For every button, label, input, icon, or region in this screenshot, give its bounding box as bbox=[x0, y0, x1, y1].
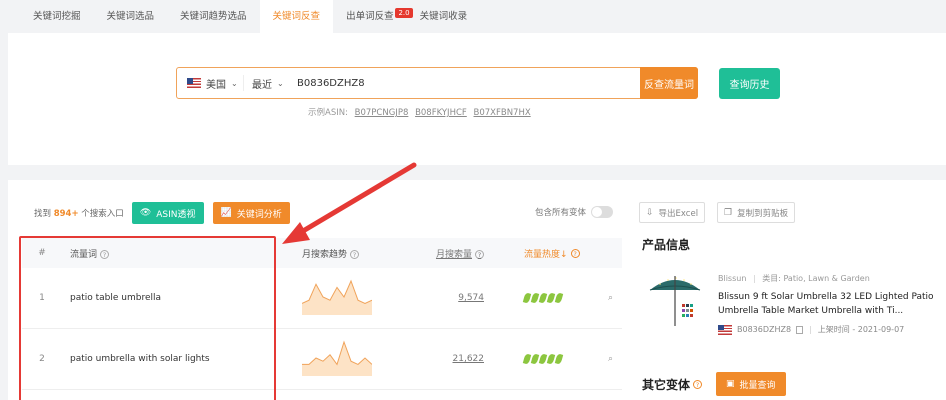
search-icon[interactable]: ⌕ bbox=[599, 293, 622, 303]
tab-keyword-reverse-lookup[interactable]: 关键词反查 bbox=[259, 0, 334, 33]
other-variants: 其它变体 ? ▣ 批量查询 bbox=[642, 372, 786, 396]
keyword-text[interactable]: patio umbrella with solar lights bbox=[62, 354, 282, 364]
copy-icon[interactable] bbox=[796, 325, 804, 334]
batch-query-button[interactable]: ▣ 批量查询 bbox=[716, 372, 786, 396]
download-icon: ⇩ bbox=[646, 207, 654, 218]
tab-keyword-product-selection[interactable]: 关键词选品 bbox=[94, 0, 168, 33]
heat-rating bbox=[484, 292, 599, 304]
sparkline-area bbox=[302, 341, 372, 376]
col-trend[interactable]: 月搜索趋势? bbox=[282, 247, 412, 260]
product-info: 产品信息 Blissun | 类目: Patio, Lawn & Garden … bbox=[642, 236, 942, 396]
export-excel-button[interactable]: ⇩ 导出Excel bbox=[639, 202, 706, 223]
tab-keyword-indexing[interactable]: 关键词收录 bbox=[407, 0, 481, 33]
us-flag-icon bbox=[187, 78, 201, 88]
product-title[interactable]: Blissun 9 ft Solar Umbrella 32 LED Light… bbox=[718, 290, 938, 318]
help-icon[interactable]: ? bbox=[100, 249, 110, 259]
search-bar: 美国 ⌄ 最近 ⌄ 反查流量词 bbox=[176, 67, 698, 99]
help-icon[interactable]: ? bbox=[350, 249, 360, 259]
sparkline-chart bbox=[302, 339, 373, 376]
leaf-icon bbox=[554, 353, 564, 365]
sparkline-chart bbox=[301, 279, 373, 315]
chevron-down-icon: ⌄ bbox=[277, 78, 284, 88]
copy-clipboard-button[interactable]: ❐ 复制到剪贴板 bbox=[717, 202, 796, 223]
result-count: 找到 894+ 个搜索入口 bbox=[34, 209, 124, 219]
variants-toggle[interactable] bbox=[591, 206, 614, 218]
period-select[interactable]: 最近 ⌄ bbox=[243, 75, 289, 91]
sparkline-line bbox=[302, 339, 373, 365]
col-volume[interactable]: 月搜索量? bbox=[412, 247, 484, 260]
query-history-button[interactable]: 查询历史 bbox=[719, 68, 780, 99]
module-tabs: 关键词挖掘 关键词选品 关键词趋势选品 关键词反查 出单词反查 2.0 关键词收录 bbox=[0, 0, 946, 33]
sparkline-area bbox=[302, 280, 372, 315]
table-header: # 流量词? 月搜索趋势? 月搜索量? 流量热度↓? bbox=[22, 238, 622, 268]
help-icon[interactable]: ? bbox=[475, 249, 484, 259]
batch-icon: ▣ bbox=[726, 379, 735, 389]
example-asin-link[interactable]: B07XFBN7HX bbox=[474, 108, 531, 118]
col-heat[interactable]: 流量热度↓? bbox=[484, 247, 599, 260]
search-volume[interactable]: 21,622 bbox=[412, 354, 485, 364]
results-panel: 找到 894+ 个搜索入口 👁 ASIN透视 📈 关键词分析 包含所有变体 ⇩ … bbox=[8, 180, 946, 400]
eye-icon: 👁 bbox=[139, 208, 152, 218]
product-brand-category: Blissun | 类目: Patio, Lawn & Garden bbox=[718, 274, 870, 283]
asin-input[interactable] bbox=[289, 77, 619, 89]
country-select[interactable]: 美国 ⌄ bbox=[177, 68, 243, 98]
product-image[interactable] bbox=[646, 268, 704, 328]
trend-sparkline bbox=[282, 279, 412, 318]
chevron-down-icon: ⌄ bbox=[231, 78, 238, 88]
example-asin-link[interactable]: B08FKYJHCF bbox=[415, 108, 467, 118]
keyword-text[interactable]: patio table umbrella bbox=[62, 293, 282, 303]
copy-icon: ❐ bbox=[724, 207, 733, 218]
search-icon[interactable]: ⌕ bbox=[599, 354, 622, 364]
example-asins: 示例ASIN: B07PCNGJP8 B08FKYJHCF B07XFBN7HX bbox=[308, 108, 531, 118]
reverse-lookup-button[interactable]: 反查流量词 bbox=[640, 67, 698, 99]
chart-icon: 📈 bbox=[220, 208, 232, 218]
keyword-analysis-button[interactable]: 📈 关键词分析 bbox=[212, 202, 290, 224]
help-icon[interactable]: ? bbox=[570, 248, 580, 258]
include-variants: 包含所有变体 bbox=[535, 206, 614, 218]
asin-view-button[interactable]: 👁 ASIN透视 bbox=[131, 202, 204, 224]
tab-order-keyword-lookup[interactable]: 出单词反查 2.0 bbox=[333, 0, 413, 33]
search-volume[interactable]: 9,574 bbox=[412, 293, 484, 303]
us-flag-icon bbox=[718, 324, 732, 335]
keyword-table: # 流量词? 月搜索趋势? 月搜索量? 流量热度↓? 1 patio table… bbox=[22, 238, 622, 390]
col-num: # bbox=[38, 248, 46, 258]
heat-rating bbox=[484, 353, 599, 365]
product-info-title: 产品信息 bbox=[642, 238, 691, 252]
search-panel: 美国 ⌄ 最近 ⌄ 反查流量词 查询历史 示例ASIN: B07PCNGJP8 … bbox=[8, 33, 946, 165]
tab-keyword-mining[interactable]: 关键词挖掘 bbox=[20, 0, 94, 33]
tab-keyword-trend-selection[interactable]: 关键词趋势选品 bbox=[167, 0, 260, 33]
example-asin-link[interactable]: B07PCNGJP8 bbox=[355, 108, 409, 118]
leaf-icon bbox=[554, 292, 564, 304]
help-icon[interactable]: ? bbox=[693, 379, 703, 389]
col-keyword[interactable]: 流量词? bbox=[62, 247, 282, 260]
results-toolbar: 找到 894+ 个搜索入口 👁 ASIN透视 📈 关键词分析 bbox=[34, 202, 290, 224]
product-meta: B0836DZHZ8 | 上架时间 - 2021-09-07 bbox=[718, 324, 904, 335]
table-row: 2 patio umbrella with solar lights 21,62… bbox=[22, 329, 622, 390]
table-row: 1 patio table umbrella 9,574 ⌕ bbox=[22, 268, 622, 329]
trend-sparkline bbox=[282, 339, 412, 379]
